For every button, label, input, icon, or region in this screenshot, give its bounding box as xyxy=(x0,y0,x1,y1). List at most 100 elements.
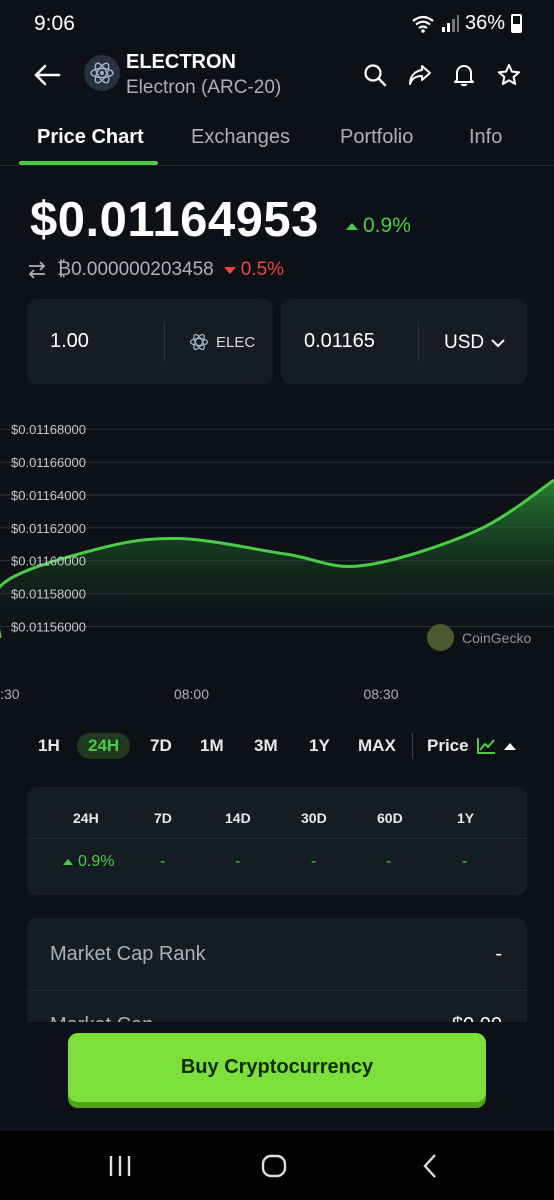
wifi-icon xyxy=(412,15,434,33)
tab-info[interactable]: Info xyxy=(469,126,502,149)
atom-icon xyxy=(90,62,114,84)
chart-type-toggle[interactable]: Price xyxy=(427,736,517,756)
recent-apps-icon xyxy=(109,1156,131,1176)
range-max[interactable]: MAX xyxy=(358,736,396,756)
divider xyxy=(27,990,527,991)
star-icon xyxy=(498,64,520,85)
y-axis-tick: $0.01158000 xyxy=(11,587,86,602)
perf-value: - xyxy=(235,853,241,870)
up-triangle-icon xyxy=(346,222,358,230)
btc-change: 0.5% xyxy=(223,259,285,281)
tab-bar: Price Chart Exchanges Portfolio Info xyxy=(0,118,554,166)
home-icon xyxy=(261,1154,287,1178)
price-chart[interactable]: $0.01168000 $0.01166000 $0.01164000 $0.0116… xyxy=(0,400,554,710)
atom-icon xyxy=(189,333,209,351)
alert-button[interactable] xyxy=(447,58,481,92)
gecko-logo-icon xyxy=(427,624,454,651)
x-axis-tick: 08:30 xyxy=(363,686,398,702)
coin-symbol: ELECTRON xyxy=(126,51,236,73)
fiat-amount-box: 0.01165 USD xyxy=(281,299,527,384)
share-icon xyxy=(409,65,431,85)
perf-value: 0.9% xyxy=(78,853,115,870)
back-button[interactable] xyxy=(30,58,64,92)
chart-line-icon xyxy=(476,738,495,754)
system-nav-bar xyxy=(0,1131,554,1200)
x-axis-tick: 08:00 xyxy=(174,686,209,702)
market-cap-rank-value: - xyxy=(495,943,502,965)
up-triangle-icon xyxy=(63,859,73,865)
perf-header: 1Y xyxy=(457,810,475,826)
y-axis-tick: $0.01162000 xyxy=(11,521,86,536)
range-24h[interactable]: 24H xyxy=(77,733,131,759)
status-icons: 36% xyxy=(411,12,522,35)
price-change-value: 0.9% xyxy=(363,214,411,237)
range-separator xyxy=(412,733,413,759)
y-axis-tick: $0.01156000 xyxy=(11,619,86,634)
status-time: 9:06 xyxy=(34,12,75,35)
perf-value: - xyxy=(386,853,392,870)
favorite-button[interactable] xyxy=(492,58,526,92)
perf-value: - xyxy=(462,853,468,870)
home-button[interactable] xyxy=(254,1150,294,1182)
search-button[interactable] xyxy=(358,58,392,92)
perf-value: - xyxy=(311,853,317,870)
performance-table: 24H 7D 14D 30D 60D 1Y 0.9% - - - - - xyxy=(27,787,527,895)
chart-type-label: Price xyxy=(427,736,469,755)
caret-up-icon xyxy=(503,742,516,750)
system-back-button[interactable] xyxy=(410,1150,450,1182)
x-axis-tick: 07:30 xyxy=(0,686,20,702)
watermark-label: CoinGecko xyxy=(462,629,532,646)
tab-price-chart[interactable]: Price Chart xyxy=(37,126,144,149)
y-axis-tick: $0.01166000 xyxy=(11,455,86,470)
back-arrow-icon xyxy=(34,64,61,86)
coin-amount-input[interactable]: 1.00 xyxy=(50,330,89,353)
y-axis-tick: $0.01160000 xyxy=(11,554,86,569)
market-stats: Market Cap Rank - Market Cap $0.00 xyxy=(27,918,527,1022)
range-7d[interactable]: 7D xyxy=(150,736,172,756)
divider xyxy=(164,322,165,361)
range-1m[interactable]: 1M xyxy=(200,736,224,756)
back-chevron-icon xyxy=(423,1154,436,1178)
range-1h[interactable]: 1H xyxy=(38,736,60,756)
y-axis-tick: $0.01168000 xyxy=(11,422,86,437)
buy-crypto-button[interactable]: Buy Cryptocurrency xyxy=(68,1033,486,1102)
active-tab-indicator xyxy=(19,161,158,165)
market-cap-rank-label: Market Cap Rank xyxy=(50,943,206,965)
divider xyxy=(418,322,419,361)
battery-icon xyxy=(511,14,522,33)
perf-header: 60D xyxy=(377,810,403,826)
coingecko-watermark: CoinGecko xyxy=(427,624,531,651)
fiat-amount-input[interactable]: 0.01165 xyxy=(304,330,375,353)
perf-header: 7D xyxy=(154,810,172,826)
chevron-down-icon xyxy=(491,339,505,348)
price-change: 0.9% xyxy=(346,214,411,238)
btc-price-row: ₿0.000000203458 0.5% xyxy=(27,259,284,281)
perf-value: - xyxy=(160,853,166,870)
coin-logo xyxy=(84,55,120,91)
perf-header: 24H xyxy=(73,810,99,826)
swap-icon xyxy=(28,261,46,279)
tab-portfolio[interactable]: Portfolio xyxy=(340,126,413,149)
divider xyxy=(27,838,527,839)
perf-header: 14D xyxy=(225,810,251,826)
battery-percent: 36% xyxy=(464,12,505,34)
down-triangle-icon xyxy=(223,266,236,274)
signal-icon xyxy=(441,14,459,32)
currency-select[interactable]: USD xyxy=(444,332,505,354)
tab-exchanges[interactable]: Exchanges xyxy=(191,126,290,149)
bell-icon xyxy=(454,65,474,87)
btc-change-value: 0.5% xyxy=(240,259,285,280)
range-3m[interactable]: 3M xyxy=(254,736,278,756)
range-1y[interactable]: 1Y xyxy=(309,736,330,756)
perf-cell: 0.9% xyxy=(63,853,114,871)
market-cap-value: $0.00 xyxy=(452,1014,502,1022)
perf-header: 30D xyxy=(301,810,327,826)
search-icon xyxy=(364,64,387,87)
coin-name: Electron (ARC-20) xyxy=(126,77,282,98)
market-cap-label: Market Cap xyxy=(50,1014,153,1022)
current-price: $0.01164953 xyxy=(30,193,319,247)
coin-unit: ELEC xyxy=(189,332,255,352)
recent-apps-button[interactable] xyxy=(100,1150,140,1182)
share-button[interactable] xyxy=(403,58,437,92)
y-axis-tick: $0.01164000 xyxy=(11,488,86,503)
